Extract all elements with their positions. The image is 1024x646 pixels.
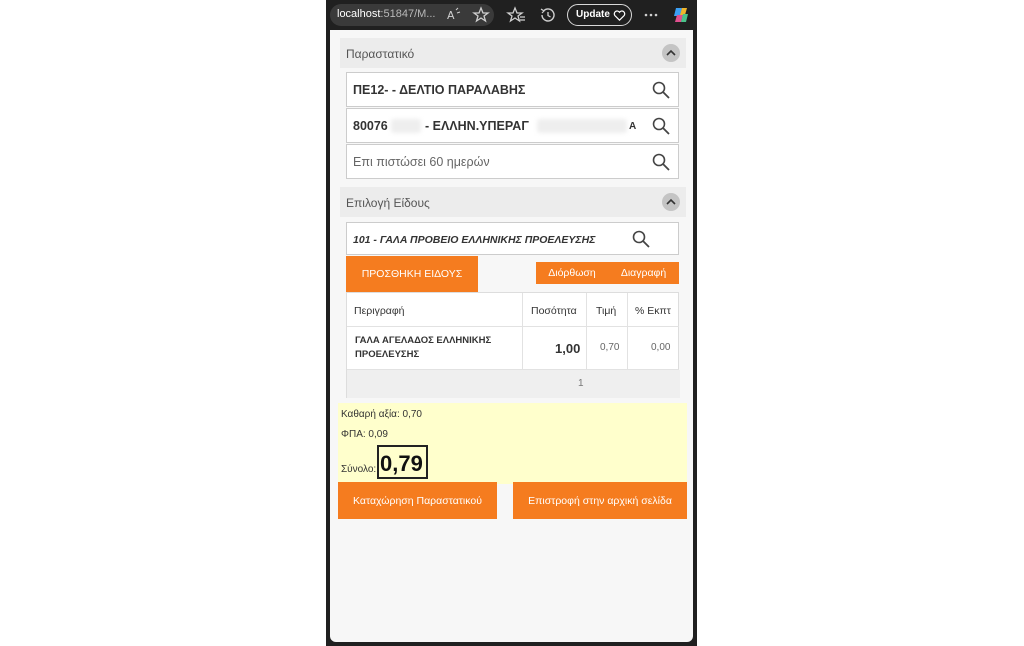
header-description[interactable]: Περιγραφή: [347, 293, 523, 327]
table-pager: 1: [347, 370, 680, 398]
page-number[interactable]: 1: [578, 378, 584, 389]
copilot-icon[interactable]: [671, 5, 691, 25]
edit-button[interactable]: Διόρθωση: [536, 262, 608, 284]
table-row[interactable]: ΓΑΛΑ ΑΓΕΛΑΔΟΣ ΕΛΛΗΝΙΚΗΣ ΠΡΟΕΛΕΥΣΗΣ: [347, 327, 523, 370]
address-bar[interactable]: localhost:51847/M... A: [330, 4, 494, 26]
document-section-header[interactable]: Παραστατικό: [340, 38, 686, 68]
collapse-document-button[interactable]: [662, 44, 680, 62]
back-home-button[interactable]: Επιστροφή στην αρχική σελίδα: [513, 482, 687, 519]
header-price-label: Τιμή: [596, 305, 617, 317]
total-value: 0,79: [380, 451, 423, 476]
add-item-label: ΠΡΟΣΘΗΚΗ ΕΙΔΟΥΣ: [361, 268, 463, 280]
more-icon[interactable]: [641, 5, 661, 25]
header-quantity-label: Ποσότητα: [531, 305, 577, 317]
row-description-line1: ΓΑΛΑ ΑΓΕΛΑΔΟΣ ΕΛΛΗΝΙΚΗΣ: [355, 335, 492, 346]
header-discount-label: % Εκπτ: [635, 305, 671, 317]
favorite-star-icon[interactable]: [471, 5, 491, 25]
update-label: Update: [576, 9, 610, 20]
row-discount-cell[interactable]: 0,00: [628, 327, 679, 370]
redacted-area: [391, 119, 421, 133]
header-description-label: Περιγραφή: [354, 305, 405, 317]
row-description-line2: ΠΡΟΕΛΕΥΣΗΣ: [355, 349, 420, 360]
row-price-cell[interactable]: 0,70: [587, 327, 628, 370]
collapse-item-button[interactable]: [662, 193, 680, 211]
delete-button[interactable]: Διαγραφή: [608, 262, 679, 284]
update-button[interactable]: Update: [567, 4, 632, 26]
item-section-title: Επιλογή Είδους: [346, 196, 430, 210]
header-quantity[interactable]: Ποσότητα: [523, 293, 587, 327]
item-select-field[interactable]: 101 - ΓΑΛΑ ΠΡΟΒΕΙΟ ΕΛΛΗΝΙΚΗΣ ΠΡΟΕΛΕΥΣΗΣ: [346, 222, 679, 255]
supplier-suffix: Α: [629, 121, 637, 132]
selected-item-value: 101 - ΓΑΛΑ ΠΡΟΒΕΙΟ ΕΛΛΗΝΙΚΗΣ ΠΡΟΕΛΕΥΣΗΣ: [353, 234, 596, 246]
payment-terms-value: Επι πιστώσει 60 ημερών: [353, 155, 490, 169]
page-viewport: Παραστατικό ΠΕ12- - ΔΕΛΤΙΟ ΠΑΡΑΛΑΒΗΣ 800…: [330, 30, 693, 642]
total-label: Σύνολο:: [341, 464, 377, 475]
payment-terms-field[interactable]: Επι πιστώσει 60 ημερών: [346, 144, 679, 179]
row-price: 0,70: [600, 342, 620, 353]
favorites-icon[interactable]: [506, 5, 526, 25]
redacted-area: [537, 119, 627, 133]
submit-document-button[interactable]: Καταχώρηση Παραστατικού: [338, 482, 497, 519]
row-discount: 0,00: [651, 342, 671, 353]
totals-panel: Καθαρή αξία: 0,70 ΦΠΑ: 0,09 Σύνολο: 0,79: [338, 403, 687, 484]
heart-icon: [612, 8, 627, 23]
delete-label: Διαγραφή: [620, 267, 667, 279]
document-section-title: Παραστατικό: [346, 47, 415, 61]
net-value: Καθαρή αξία: 0,70: [341, 409, 422, 420]
supplier-name: - ΕΛΛΗΝ.ΥΠΕΡΑΓ: [425, 119, 529, 133]
svg-text:A: A: [447, 9, 455, 22]
total-box: 0,79: [377, 445, 428, 479]
back-home-label: Επιστροφή στην αρχική σελίδα: [528, 495, 672, 507]
items-table: Περιγραφή Ποσότητα Τιμή % Εκπτ ΓΑΛΑ ΑΓΕΛ…: [346, 292, 680, 398]
document-type-field[interactable]: ΠΕ12- - ΔΕΛΤΙΟ ΠΑΡΑΛΑΒΗΣ: [346, 72, 679, 107]
row-quantity: 1,00: [555, 341, 581, 356]
vat-value: ΦΠΑ: 0,09: [341, 429, 388, 440]
search-icon[interactable]: [631, 229, 651, 249]
item-section-header[interactable]: Επιλογή Είδους: [340, 187, 686, 217]
add-item-button[interactable]: ΠΡΟΣΘΗΚΗ ΕΙΔΟΥΣ: [346, 256, 478, 292]
header-discount[interactable]: % Εκπτ: [628, 293, 679, 327]
document-type-value: ΠΕ12- - ΔΕΛΤΙΟ ΠΑΡΑΛΑΒΗΣ: [353, 83, 526, 97]
address-text: localhost:51847/M...: [337, 8, 435, 20]
chevron-up-icon: [666, 198, 676, 205]
search-icon[interactable]: [651, 80, 671, 100]
read-aloud-icon[interactable]: A: [444, 5, 464, 25]
address-path: :51847/M...: [380, 8, 436, 20]
history-icon[interactable]: [538, 5, 558, 25]
supplier-field[interactable]: 80076 - ΕΛΛΗΝ.ΥΠΕΡΑΓ Α: [346, 108, 679, 143]
browser-window: localhost:51847/M... A Update Παραστατικ…: [326, 0, 697, 646]
search-icon[interactable]: [651, 152, 671, 172]
chevron-up-icon: [666, 49, 676, 56]
submit-document-label: Καταχώρηση Παραστατικού: [353, 495, 482, 507]
row-quantity-cell[interactable]: 1,00: [523, 327, 587, 370]
address-host: localhost: [337, 8, 381, 20]
browser-toolbar: localhost:51847/M... A Update: [326, 0, 697, 30]
header-price[interactable]: Τιμή: [587, 293, 628, 327]
search-icon[interactable]: [651, 116, 671, 136]
supplier-code: 80076: [353, 119, 388, 133]
edit-label: Διόρθωση: [548, 267, 596, 279]
